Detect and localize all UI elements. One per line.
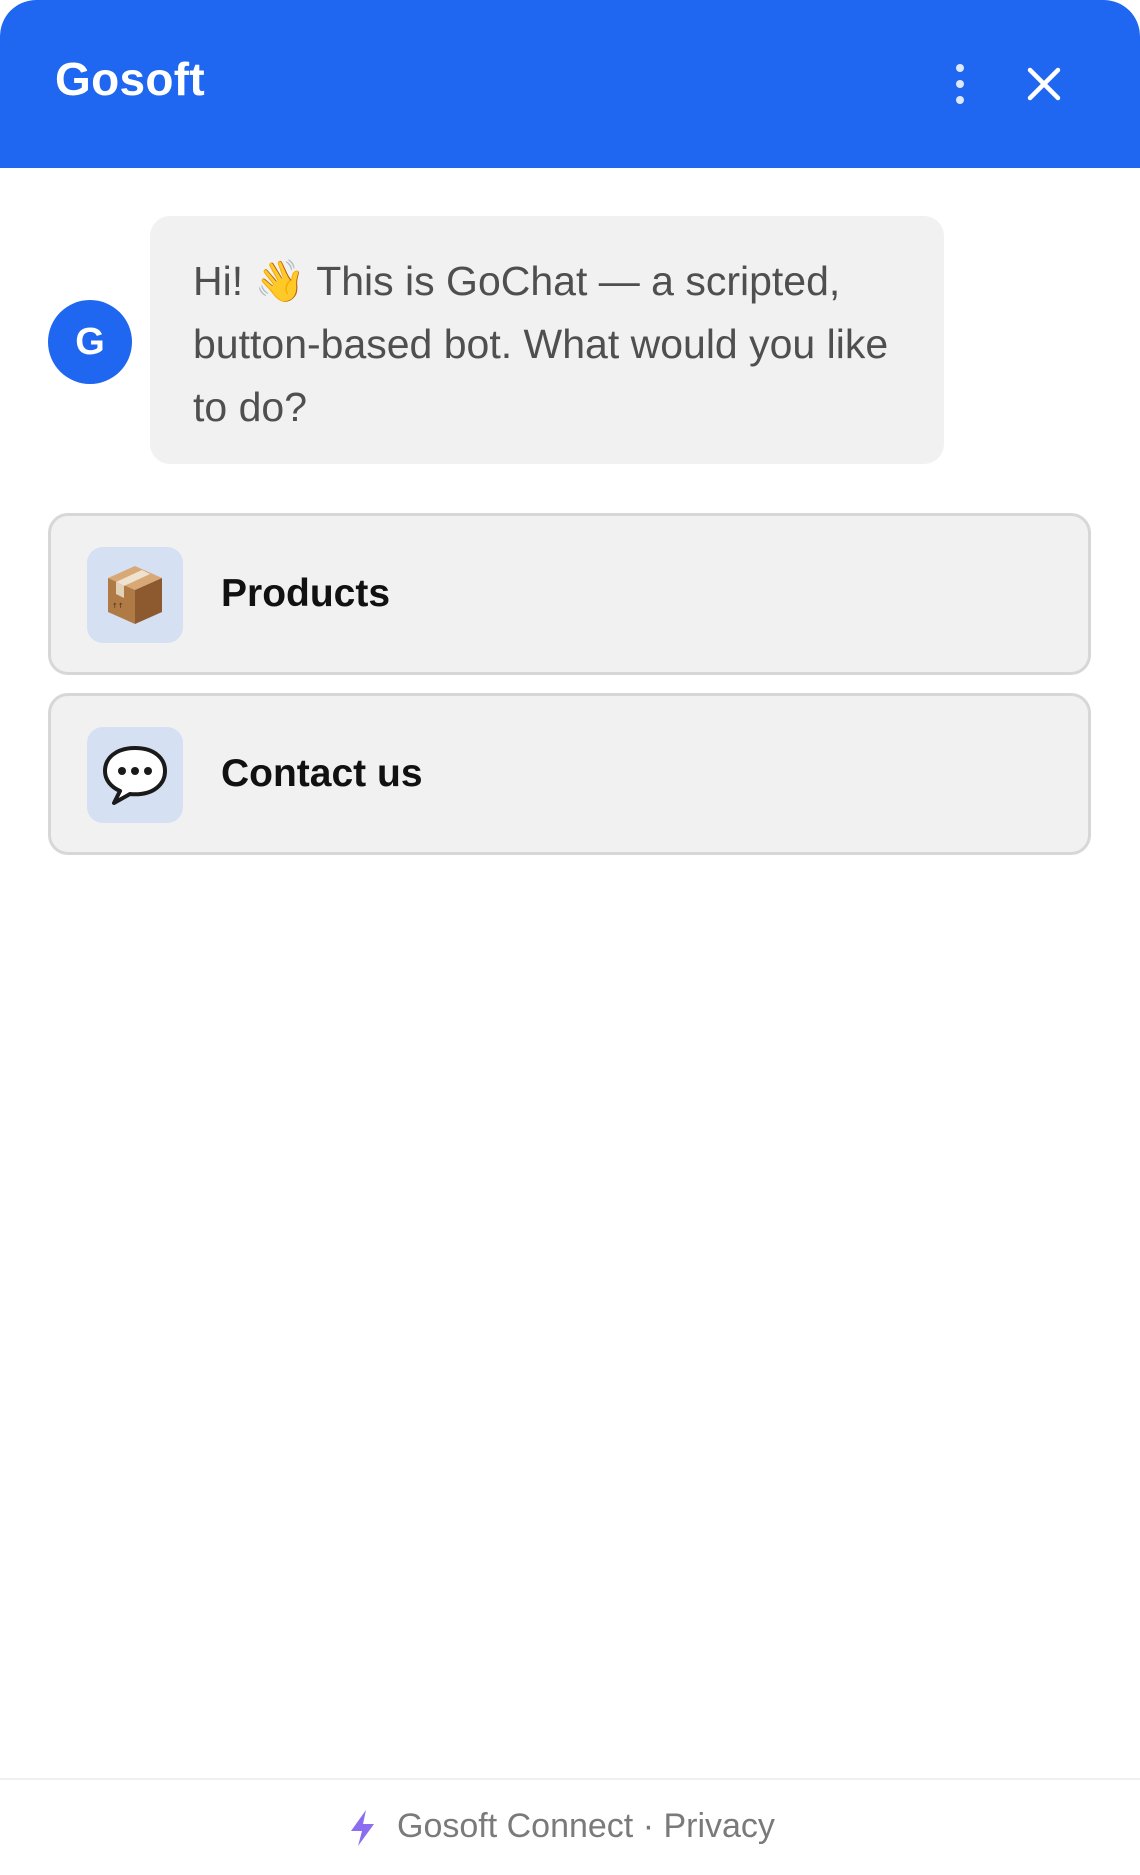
privacy-link[interactable]: Privacy (663, 1807, 774, 1845)
more-options-button[interactable] (940, 58, 980, 110)
brand-title: Gosoft (55, 53, 205, 105)
option-label: Products (221, 572, 391, 615)
chat-header: Gosoft (0, 0, 1140, 168)
bot-message: Hi! 👋 This is GoChat — a scripted, butto… (150, 216, 944, 464)
option-products-button[interactable]: ↑↑ Products (48, 513, 1091, 675)
option-contact-us-button[interactable]: Contact us (48, 693, 1091, 855)
footer-separator: · (633, 1807, 664, 1845)
speech-bubble-icon (87, 727, 183, 823)
kebab-dot-icon (956, 80, 964, 88)
kebab-dot-icon (956, 96, 964, 104)
chat-widget: Gosoft G Hi! 👋 This is GoChat — a script… (0, 0, 1140, 1875)
bot-avatar: G (48, 300, 132, 384)
lightning-bolt-icon (351, 1810, 374, 1846)
chat-footer: Gosoft Connect · Privacy (0, 1778, 1140, 1875)
option-label: Contact us (221, 752, 423, 795)
svg-text:↑↑: ↑↑ (112, 602, 124, 610)
close-icon (1027, 67, 1061, 101)
gosoft-connect-link[interactable]: Gosoft Connect (397, 1807, 633, 1845)
close-button[interactable] (1022, 62, 1066, 106)
package-icon: ↑↑ (87, 547, 183, 643)
kebab-dot-icon (956, 64, 964, 72)
footer-links: Gosoft Connect · Privacy (397, 1807, 775, 1846)
